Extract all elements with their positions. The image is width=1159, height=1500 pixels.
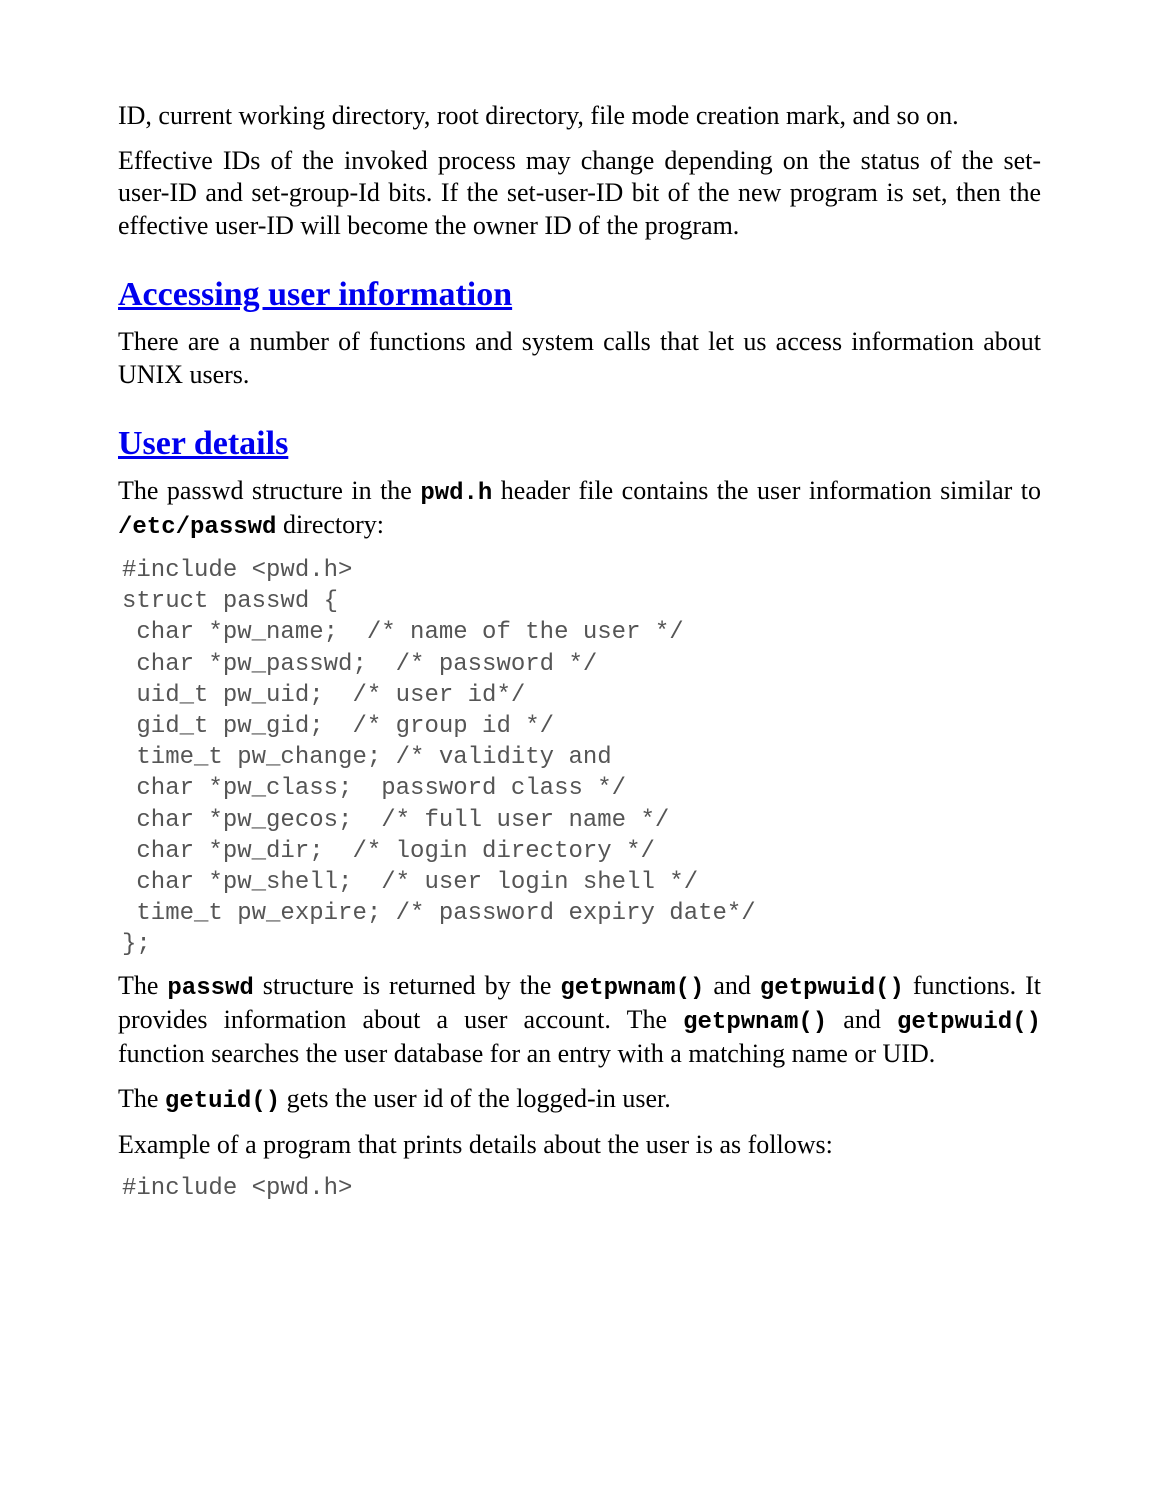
inline-code-etc-passwd: /etc/passwd xyxy=(118,514,276,541)
inline-code-pwd-h: pwd.h xyxy=(420,480,492,507)
inline-code-getpwnam: getpwnam() xyxy=(560,975,704,1002)
paragraph-accessing-intro: There are a number of functions and syst… xyxy=(118,326,1041,391)
heading-link-user-details[interactable]: User details xyxy=(118,425,288,462)
text-run: The passwd structure in the xyxy=(118,476,420,505)
text-run: directory: xyxy=(276,510,384,539)
text-run: and xyxy=(704,971,760,1000)
heading-accessing-user-info: Accessing user information xyxy=(118,276,1041,314)
text-run: and xyxy=(827,1005,897,1034)
text-run: gets the user id of the logged-in user. xyxy=(280,1084,671,1113)
inline-code-passwd: passwd xyxy=(167,975,253,1002)
text-run: structure is returned by the xyxy=(254,971,561,1000)
text-run: The xyxy=(118,1084,165,1113)
inline-code-getpwnam2: getpwnam() xyxy=(683,1009,827,1036)
code-block-struct-passwd: #include <pwd.h> struct passwd { char *p… xyxy=(122,555,1041,960)
inline-code-getuid: getuid() xyxy=(165,1088,280,1115)
paragraph-example-intro: Example of a program that prints details… xyxy=(118,1129,1041,1162)
text-run: The xyxy=(118,971,167,1000)
paragraph-getuid: The getuid() gets the user id of the log… xyxy=(118,1083,1041,1117)
paragraph-effective-ids: Effective IDs of the invoked process may… xyxy=(118,145,1041,243)
paragraph-passwd-intro: The passwd structure in the pwd.h header… xyxy=(118,475,1041,543)
text-run: header file contains the user informatio… xyxy=(492,476,1041,505)
paragraph-passwd-returned: The passwd structure is returned by the … xyxy=(118,970,1041,1071)
page-container: ID, current working directory, root dire… xyxy=(0,0,1159,1500)
inline-code-getpwuid: getpwuid() xyxy=(760,975,904,1002)
paragraph-continuation: ID, current working directory, root dire… xyxy=(118,100,1041,133)
text-run: function searches the user database for … xyxy=(118,1039,935,1068)
code-block-include: #include <pwd.h> xyxy=(122,1173,1041,1204)
inline-code-getpwuid2: getpwuid() xyxy=(897,1009,1041,1036)
heading-link-accessing[interactable]: Accessing user information xyxy=(118,276,512,313)
heading-user-details: User details xyxy=(118,425,1041,463)
